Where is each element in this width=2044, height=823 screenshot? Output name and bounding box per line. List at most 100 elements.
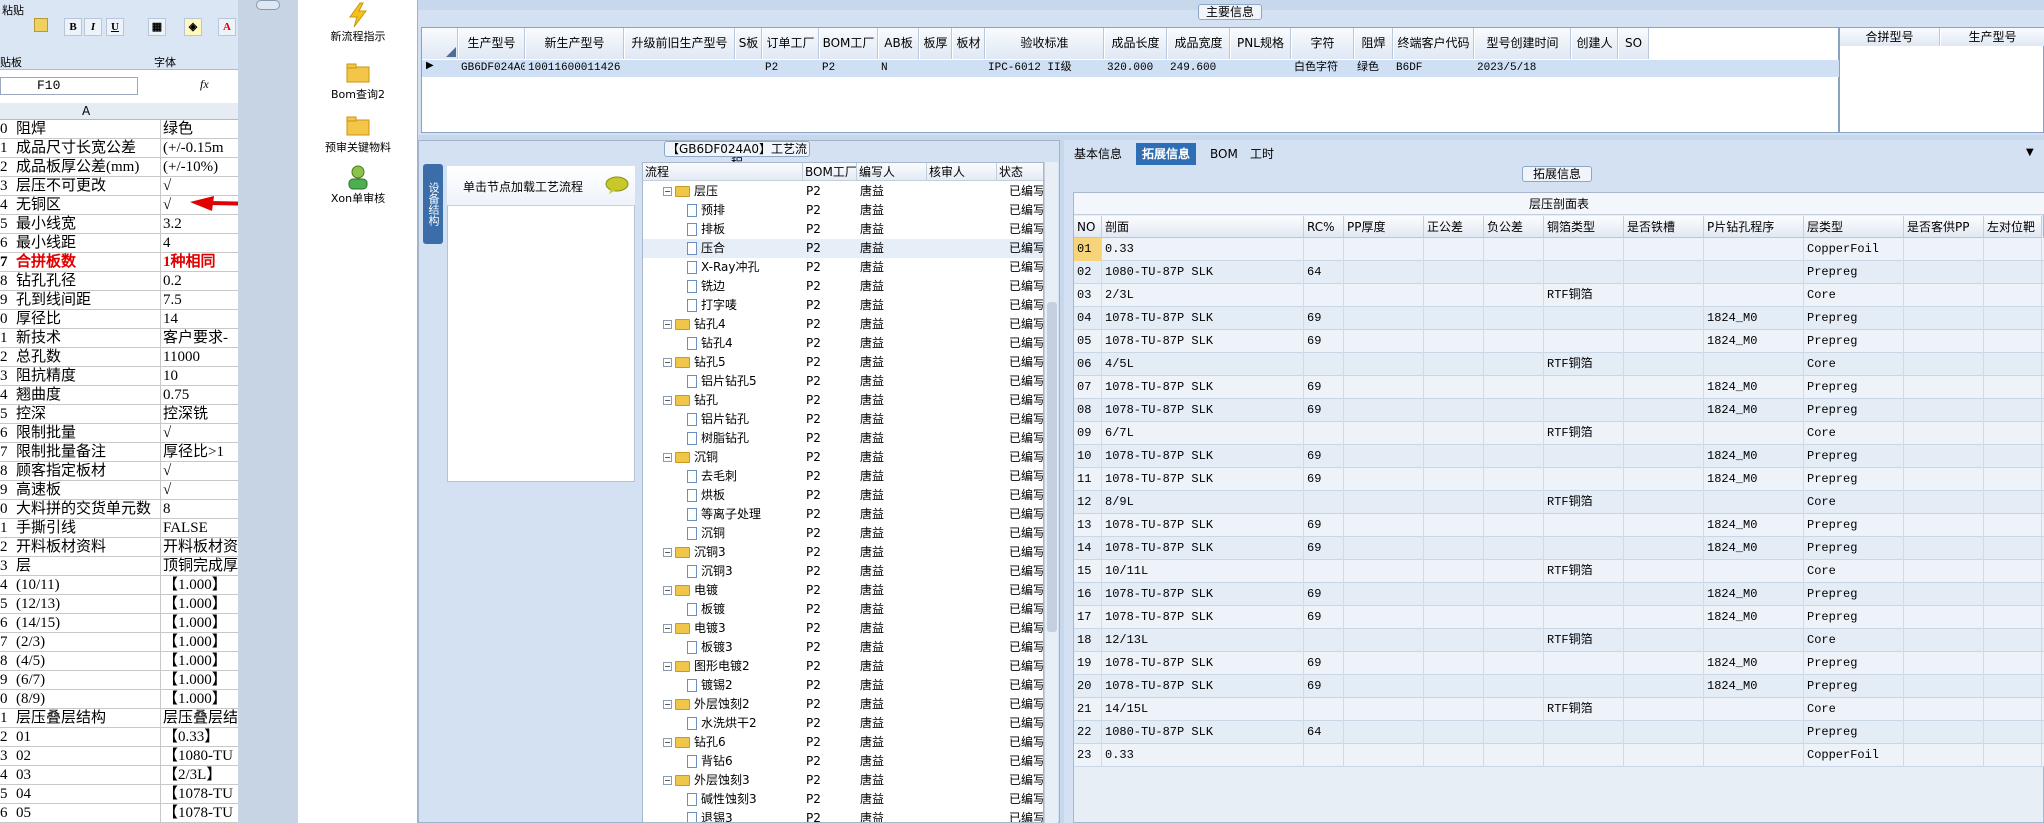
lamination-cell[interactable] bbox=[1904, 629, 1984, 652]
tree-node[interactable]: X-Ray冲孔 P2 唐益 已编写 bbox=[643, 258, 1043, 277]
lamination-cell[interactable] bbox=[1624, 261, 1704, 284]
excel-row[interactable]: 6 (14/15) 【1.000】 bbox=[0, 614, 238, 633]
lamination-cell[interactable]: RTF铜箔 bbox=[1544, 491, 1624, 514]
excel-row[interactable]: 4 (10/11) 【1.000】 bbox=[0, 576, 238, 595]
lamination-cell[interactable] bbox=[1484, 422, 1544, 445]
lamination-cell[interactable] bbox=[1344, 652, 1424, 675]
cell-a[interactable]: (12/13) bbox=[15, 595, 161, 614]
grid-cell[interactable] bbox=[1621, 60, 1649, 76]
lamination-cell[interactable]: 14 bbox=[1074, 537, 1102, 560]
tree-node[interactable]: 预排 P2 唐益 已编写 bbox=[643, 201, 1043, 220]
tree-node[interactable]: − 电镀 P2 唐益 已编写 bbox=[643, 581, 1043, 600]
lamination-cell[interactable]: 1078-TU-87P SLK bbox=[1102, 537, 1304, 560]
excel-row[interactable]: 1 手撕引线 FALSE bbox=[0, 519, 238, 538]
lamination-cell[interactable] bbox=[1484, 399, 1544, 422]
lamination-cell[interactable]: 07 bbox=[1074, 376, 1102, 399]
lamination-cell[interactable]: 1824_M0 bbox=[1704, 583, 1804, 606]
lamination-cell[interactable]: 1080-TU-87P SLK bbox=[1102, 261, 1304, 284]
lamination-cell[interactable]: 8/9L bbox=[1102, 491, 1304, 514]
grid-cell[interactable] bbox=[1233, 60, 1291, 76]
cell-a[interactable]: 限制批量 bbox=[15, 424, 161, 443]
lamination-cell[interactable]: Prepreg bbox=[1804, 721, 1904, 744]
excel-row[interactable]: 9 (6/7) 【1.000】 bbox=[0, 671, 238, 690]
lamination-cell[interactable] bbox=[1484, 583, 1544, 606]
lamination-cell[interactable]: 69 bbox=[1304, 307, 1344, 330]
cell-a[interactable]: 顾客指定板材 bbox=[15, 462, 161, 481]
lamination-cell[interactable]: 1078-TU-87P SLK bbox=[1102, 330, 1304, 353]
link-icon[interactable] bbox=[256, 0, 280, 10]
lamination-cell[interactable] bbox=[1424, 399, 1484, 422]
lamination-cell[interactable]: RTF铜箔 bbox=[1544, 353, 1624, 376]
cell-b[interactable]: 1种相同 bbox=[163, 253, 238, 272]
lamination-row[interactable]: 23 0.33 CopperFoil bbox=[1074, 744, 2044, 767]
lamination-column-header[interactable]: RC% bbox=[1304, 216, 1344, 238]
lamination-cell[interactable] bbox=[1624, 675, 1704, 698]
lamination-cell[interactable] bbox=[1624, 514, 1704, 537]
lamination-cell[interactable] bbox=[1484, 491, 1544, 514]
excel-row[interactable]: 2 01 【0.33】 bbox=[0, 728, 238, 747]
lamination-cell[interactable]: 64 bbox=[1304, 721, 1344, 744]
cell-a[interactable]: 孔到线间距 bbox=[15, 291, 161, 310]
tree-column-header[interactable]: 核审人 bbox=[927, 163, 997, 181]
lamination-cell[interactable]: RTF铜箔 bbox=[1544, 284, 1624, 307]
collapse-icon[interactable]: − bbox=[663, 187, 672, 196]
cell-b[interactable]: 客户要求- bbox=[163, 329, 238, 348]
cell-b[interactable]: 【1.000】 bbox=[163, 576, 238, 595]
cell-a[interactable]: 阻焊 bbox=[15, 120, 161, 139]
tree-node[interactable]: 沉铜3 P2 唐益 已编写 bbox=[643, 562, 1043, 581]
lamination-cell[interactable] bbox=[1424, 307, 1484, 330]
cell-b[interactable]: 【1.000】 bbox=[163, 690, 238, 709]
lamination-cell[interactable] bbox=[1484, 307, 1544, 330]
lamination-cell[interactable]: 1824_M0 bbox=[1704, 376, 1804, 399]
lamination-cell[interactable] bbox=[1904, 261, 1984, 284]
lamination-cell[interactable]: 1078-TU-87P SLK bbox=[1102, 468, 1304, 491]
tree-node[interactable]: − 钻孔6 P2 唐益 已编写 bbox=[643, 733, 1043, 752]
lamination-cell[interactable] bbox=[1544, 652, 1624, 675]
lamination-cell[interactable] bbox=[1304, 629, 1344, 652]
cell-b[interactable]: 10 bbox=[163, 367, 238, 386]
column-header[interactable]: 板材 bbox=[953, 28, 985, 59]
lamination-cell[interactable] bbox=[1344, 537, 1424, 560]
lamination-cell[interactable]: 10/11L bbox=[1102, 560, 1304, 583]
lamination-cell[interactable] bbox=[1344, 491, 1424, 514]
cell-b[interactable]: 【0.33】 bbox=[163, 728, 238, 747]
lamination-row[interactable]: 10 1078-TU-87P SLK 69 1824_M0 Prepreg bbox=[1074, 445, 2044, 468]
lamination-cell[interactable]: Core bbox=[1804, 560, 1904, 583]
lamination-cell[interactable]: 1080-TU-87P SLK bbox=[1102, 721, 1304, 744]
lamination-cell[interactable] bbox=[1984, 560, 2042, 583]
column-header[interactable]: PNL规格 bbox=[1231, 28, 1291, 59]
tab-1[interactable]: 拓展信息 bbox=[1136, 143, 1197, 165]
border-icon[interactable]: ▦ bbox=[148, 18, 166, 36]
lamination-cell[interactable] bbox=[1984, 445, 2042, 468]
lamination-cell[interactable]: 1824_M0 bbox=[1704, 675, 1804, 698]
lamination-cell[interactable] bbox=[1624, 583, 1704, 606]
lamination-cell[interactable] bbox=[1704, 422, 1804, 445]
excel-row[interactable]: 5 (12/13) 【1.000】 bbox=[0, 595, 238, 614]
lamination-column-header[interactable]: PP厚度 bbox=[1344, 216, 1424, 238]
grid-cell[interactable]: 320.000 bbox=[1107, 60, 1167, 76]
lamination-row[interactable]: 19 1078-TU-87P SLK 69 1824_M0 Prepreg bbox=[1074, 652, 2044, 675]
lamination-cell[interactable]: 69 bbox=[1304, 514, 1344, 537]
lamination-cell[interactable] bbox=[1344, 307, 1424, 330]
excel-row[interactable]: 7 限制批量备注 厚径比>1 bbox=[0, 443, 238, 462]
tree-node[interactable]: 树脂钻孔 P2 唐益 已编写 bbox=[643, 429, 1043, 448]
excel-row[interactable]: 1 层压叠层结构 层压叠层结 bbox=[0, 709, 238, 728]
lamination-cell[interactable] bbox=[1624, 468, 1704, 491]
tab-2[interactable]: BOM bbox=[1204, 143, 1244, 165]
lamination-cell[interactable] bbox=[1424, 514, 1484, 537]
lamination-cell[interactable] bbox=[1904, 284, 1984, 307]
underline-button[interactable]: U bbox=[106, 18, 124, 36]
lamination-cell[interactable] bbox=[1704, 744, 1804, 767]
tree-node[interactable]: 铝片钻孔5 P2 唐益 已编写 bbox=[643, 372, 1043, 391]
lamination-cell[interactable]: Core bbox=[1804, 284, 1904, 307]
cell-b[interactable]: 【1078-TU bbox=[163, 785, 238, 804]
lamination-cell[interactable]: 6/7L bbox=[1102, 422, 1304, 445]
cell-a[interactable]: 04 bbox=[15, 785, 161, 804]
cell-a[interactable]: 阻抗精度 bbox=[15, 367, 161, 386]
excel-row[interactable]: 9 高速板 √ bbox=[0, 481, 238, 500]
lamination-cell[interactable] bbox=[1904, 238, 1984, 261]
process-tree-scrollbar[interactable] bbox=[1044, 162, 1058, 823]
column-header[interactable]: S板 bbox=[736, 28, 762, 59]
lamination-cell[interactable] bbox=[1424, 261, 1484, 284]
lamination-cell[interactable] bbox=[1344, 376, 1424, 399]
